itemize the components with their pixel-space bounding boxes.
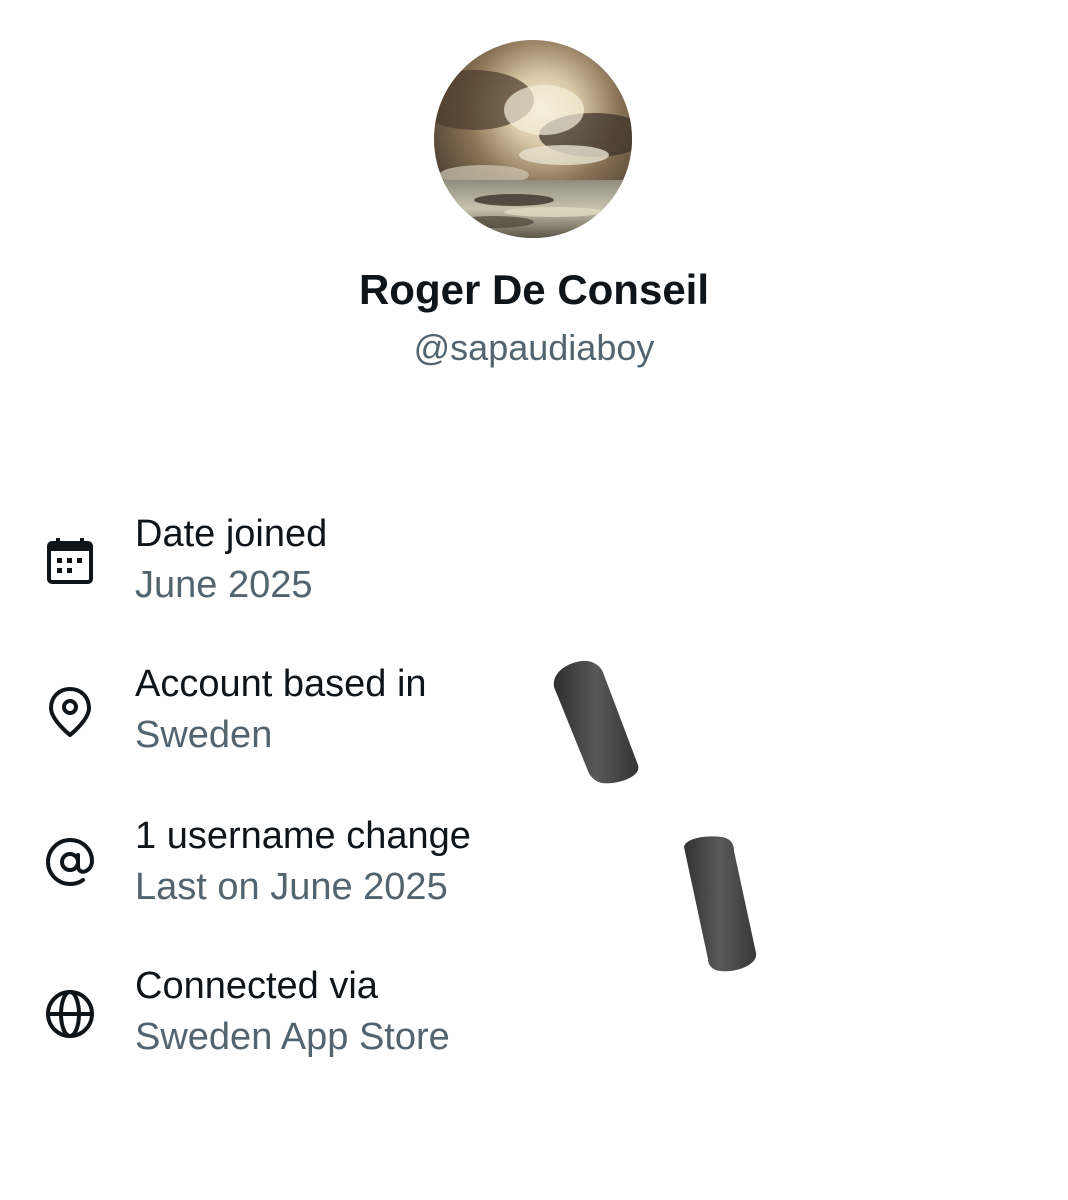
info-row-date-joined: Date joined June 2025	[0, 513, 1068, 623]
at-sign-icon	[42, 834, 98, 890]
info-value: Last on June 2025	[135, 866, 448, 908]
username-handle: @sapaudiaboy	[413, 327, 655, 368]
globe-icon	[42, 986, 98, 1042]
info-row-account-based-in: Account based in Sweden	[0, 663, 1068, 773]
info-label: Account based in	[135, 663, 427, 705]
display-name: Roger De Conseil	[358, 266, 710, 313]
info-row-connected-via: Connected via Sweden App Store	[0, 965, 1068, 1075]
info-label: 1 username change	[135, 815, 471, 857]
location-pin-icon	[42, 684, 98, 740]
avatar[interactable]	[434, 40, 632, 238]
account-info-page: Roger De Conseil @sapaudiaboy Date joine…	[0, 0, 1068, 1200]
calendar-icon	[42, 534, 98, 590]
info-label: Connected via	[135, 965, 378, 1007]
info-value: June 2025	[135, 564, 313, 606]
avatar-seascape-image	[434, 40, 632, 238]
info-value: Sweden App Store	[135, 1016, 450, 1058]
info-label: Date joined	[135, 513, 328, 555]
info-value: Sweden	[135, 714, 273, 756]
info-row-username-change: 1 username change Last on June 2025	[0, 815, 1068, 925]
